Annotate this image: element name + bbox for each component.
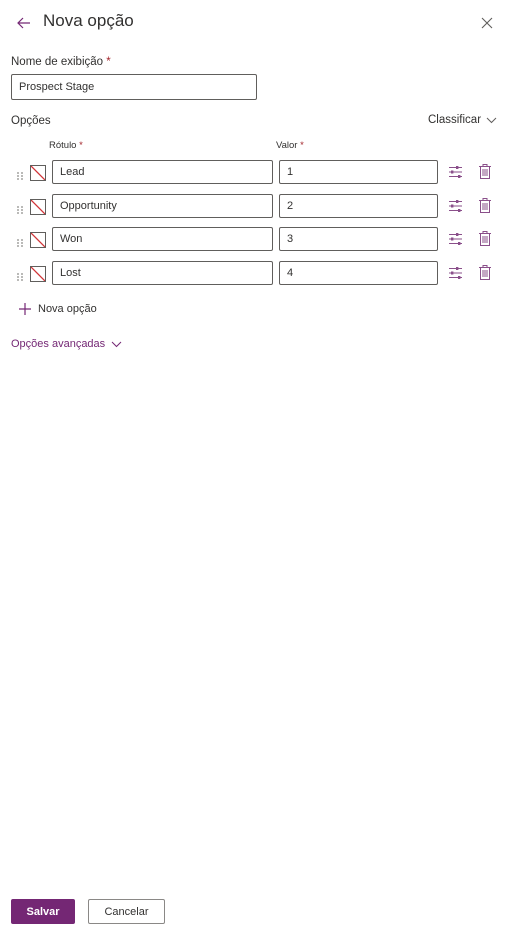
option-settings-button[interactable]: [448, 164, 463, 180]
chevron-down-icon: [486, 117, 497, 123]
add-option-button[interactable]: Nova opção: [18, 302, 97, 316]
option-row: [0, 160, 513, 186]
add-option-label: Nova opção: [38, 303, 97, 315]
gripper-icon: [17, 273, 23, 281]
close-button[interactable]: [479, 15, 495, 31]
delete-option-button[interactable]: [478, 264, 492, 281]
advanced-options-label: Opções avançadas: [11, 338, 106, 350]
option-settings-button[interactable]: [448, 198, 463, 214]
panel-header: Nova opção: [0, 10, 513, 36]
settings-sliders-icon: [449, 267, 462, 279]
display-name-label-text: Nome de exibição: [11, 56, 104, 68]
required-mark: *: [79, 140, 83, 151]
gripper-icon: [17, 239, 23, 247]
color-picker[interactable]: [30, 199, 46, 215]
option-label-input[interactable]: [52, 194, 273, 218]
option-row: [0, 227, 513, 253]
column-value-text: Valor: [276, 140, 298, 151]
required-mark: *: [106, 56, 111, 68]
trash-icon: [479, 164, 491, 179]
display-name-label: Nome de exibição *: [11, 56, 111, 68]
required-mark: *: [300, 140, 304, 151]
option-label-input[interactable]: [52, 227, 273, 251]
plus-icon: [19, 303, 31, 315]
color-picker[interactable]: [30, 266, 46, 282]
drag-handle[interactable]: [16, 202, 24, 214]
no-color-icon: [31, 166, 45, 180]
close-icon: [481, 17, 493, 29]
option-label-input[interactable]: [52, 160, 273, 184]
panel-title: Nova opção: [43, 11, 134, 30]
option-value-input[interactable]: [279, 160, 438, 184]
settings-sliders-icon: [449, 233, 462, 245]
option-value-input[interactable]: [279, 194, 438, 218]
no-color-icon: [31, 267, 45, 281]
column-header-value: Valor *: [276, 140, 304, 151]
option-row: [0, 261, 513, 287]
display-name-input[interactable]: [11, 74, 257, 100]
option-row: [0, 194, 513, 220]
trash-icon: [479, 198, 491, 213]
gripper-icon: [17, 172, 23, 180]
trash-icon: [479, 265, 491, 280]
cancel-button[interactable]: Cancelar: [88, 899, 165, 924]
option-value-input[interactable]: [279, 261, 438, 285]
options-label: Opções: [11, 115, 51, 127]
sort-label: Classificar: [428, 114, 482, 126]
sort-button[interactable]: Classificar: [428, 114, 497, 126]
settings-sliders-icon: [449, 200, 462, 212]
delete-option-button[interactable]: [478, 197, 492, 214]
arrow-left-icon: [17, 17, 30, 29]
gripper-icon: [17, 206, 23, 214]
no-color-icon: [31, 233, 45, 247]
drag-handle[interactable]: [16, 269, 24, 281]
option-label-input[interactable]: [52, 261, 273, 285]
chevron-down-icon: [111, 341, 122, 347]
delete-option-button[interactable]: [478, 230, 492, 247]
delete-option-button[interactable]: [478, 163, 492, 180]
color-picker[interactable]: [30, 232, 46, 248]
back-button[interactable]: [14, 13, 34, 33]
option-settings-button[interactable]: [448, 265, 463, 281]
option-value-input[interactable]: [279, 227, 438, 251]
option-settings-button[interactable]: [448, 231, 463, 247]
color-picker[interactable]: [30, 165, 46, 181]
drag-handle[interactable]: [16, 235, 24, 247]
trash-icon: [479, 231, 491, 246]
drag-handle[interactable]: [16, 168, 24, 180]
advanced-options-toggle[interactable]: Opções avançadas: [11, 338, 122, 350]
column-header-label: Rótulo *: [49, 140, 83, 151]
settings-sliders-icon: [449, 166, 462, 178]
column-label-text: Rótulo: [49, 140, 77, 151]
no-color-icon: [31, 200, 45, 214]
save-button[interactable]: Salvar: [11, 899, 75, 924]
